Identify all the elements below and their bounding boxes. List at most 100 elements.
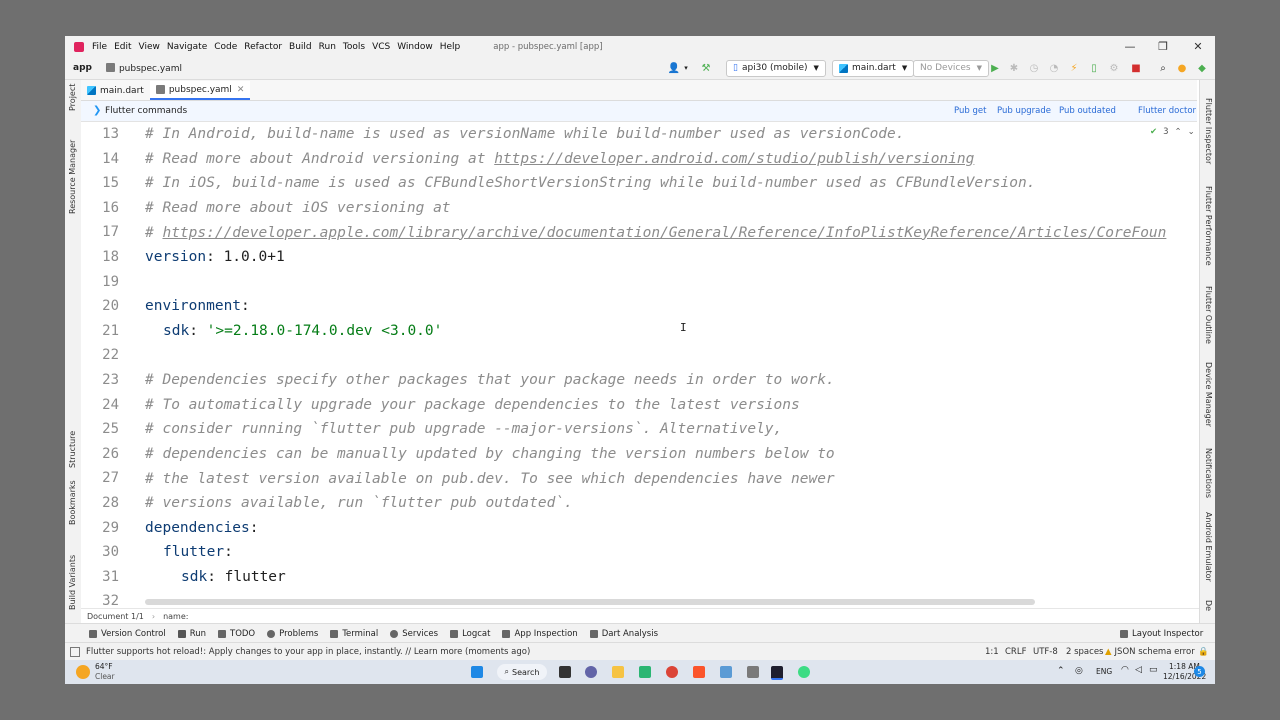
- stop-icon[interactable]: ■: [1131, 63, 1141, 74]
- menu-item-tools[interactable]: Tools: [343, 42, 365, 52]
- breadcrumb-path[interactable]: name:: [163, 612, 188, 621]
- notification-badge[interactable]: 5: [1194, 666, 1205, 677]
- app-inspection-tool-button[interactable]: App Inspection: [502, 629, 578, 639]
- brave-icon[interactable]: [693, 666, 705, 678]
- file-encoding[interactable]: UTF-8: [1033, 643, 1058, 661]
- code-line[interactable]: flutter:: [163, 540, 233, 565]
- wifi-icon[interactable]: ◠: [1121, 665, 1129, 675]
- code-line[interactable]: dependencies:: [145, 516, 259, 541]
- tray-chevron-icon[interactable]: ⌃: [1057, 666, 1065, 676]
- android-icon[interactable]: [798, 666, 810, 678]
- version-control-tool-button[interactable]: Version Control: [89, 629, 166, 639]
- status-toggle-icon[interactable]: [70, 647, 80, 657]
- code-line[interactable]: # Read more about Android versioning at …: [145, 147, 974, 172]
- weather-temp[interactable]: 64°F: [95, 662, 113, 671]
- language-indicator[interactable]: ENG: [1096, 667, 1112, 676]
- tray-app-icon[interactable]: ◎: [1075, 666, 1083, 676]
- search-icon[interactable]: ⌕: [1158, 63, 1168, 74]
- pub-outdated-link[interactable]: Pub outdated: [1059, 106, 1116, 116]
- menu-item-run[interactable]: Run: [319, 42, 336, 52]
- code-line[interactable]: # versions available, run `flutter pub o…: [145, 491, 573, 516]
- attach-debugger-icon[interactable]: ⚙: [1109, 63, 1119, 74]
- teams-icon[interactable]: [585, 666, 597, 678]
- notifications-tool-tab[interactable]: Notifications: [1204, 448, 1213, 498]
- resource-manager-tool-tab[interactable]: Resource Manager: [68, 140, 77, 214]
- app-icon[interactable]: [639, 666, 651, 678]
- pub-get-link[interactable]: Pub get: [954, 106, 986, 116]
- indent-setting[interactable]: 2 spaces: [1066, 643, 1103, 661]
- battery-icon[interactable]: ▭: [1149, 665, 1158, 675]
- code-line[interactable]: # the latest version available on pub.de…: [145, 466, 835, 491]
- maximize-button[interactable]: ❐: [1148, 36, 1178, 57]
- logcat-tool-button[interactable]: Logcat: [450, 629, 490, 639]
- menu-item-refactor[interactable]: Refactor: [244, 42, 282, 52]
- flutter-performance-tool-tab[interactable]: Flutter Performance: [1204, 186, 1213, 266]
- menu-item-build[interactable]: Build: [289, 42, 312, 52]
- taskbar-search[interactable]: ⌕ Search: [497, 664, 547, 680]
- snipping-tool-icon[interactable]: [720, 666, 732, 678]
- task-view-icon[interactable]: [559, 666, 571, 678]
- device-manager-tool-tab[interactable]: Device Manager: [1204, 362, 1213, 427]
- run-icon[interactable]: ▶: [990, 63, 1000, 74]
- menu-item-help[interactable]: Help: [440, 42, 461, 52]
- assistant-icon[interactable]: ◆: [1197, 63, 1207, 74]
- android-studio-taskbar-icon[interactable]: [771, 666, 783, 680]
- android-emulator-tool-tab[interactable]: Android Emulator: [1204, 512, 1213, 582]
- code-line[interactable]: version: 1.0.0+1: [145, 245, 285, 270]
- flutter-doctor-link[interactable]: Flutter doctor: [1138, 106, 1196, 116]
- run-config-select[interactable]: main.dart ▼: [832, 59, 915, 77]
- device-manager-icon[interactable]: ▯: [1089, 63, 1099, 74]
- de-tool-tab[interactable]: De: [1204, 600, 1213, 611]
- todo-tool-button[interactable]: TODO: [218, 629, 255, 639]
- previous-highlight-icon[interactable]: ⌃: [1175, 127, 1182, 137]
- code-line[interactable]: # In iOS, build-name is used as CFBundle…: [145, 171, 1035, 196]
- inspection-widget[interactable]: ✔ 3 ⌃ ⌄: [1150, 127, 1195, 137]
- layout-inspector-tool-button[interactable]: Layout Inspector: [1120, 629, 1203, 639]
- profile-icon[interactable]: ◷: [1029, 63, 1039, 74]
- bookmarks-tool-tab[interactable]: Bookmarks: [68, 480, 77, 525]
- tab-pubspec-yaml[interactable]: pubspec.yaml ✕: [149, 81, 251, 100]
- horizontal-scrollbar[interactable]: [145, 599, 1035, 605]
- close-tab-icon[interactable]: ✕: [237, 85, 245, 95]
- build-variants-tool-tab[interactable]: Build Variants: [68, 555, 77, 610]
- json-schema-status[interactable]: ▲ JSON schema error: [1105, 643, 1195, 661]
- user-icon[interactable]: 👤: [668, 63, 680, 74]
- code-line[interactable]: environment:: [145, 294, 250, 319]
- terminal-tool-button[interactable]: Terminal: [330, 629, 378, 639]
- code-line[interactable]: # Dependencies specify other packages th…: [145, 368, 835, 393]
- code-line[interactable]: # https://developer.apple.com/library/ar…: [145, 220, 1166, 245]
- code-editor[interactable]: 13 # In Android, build-name is used as ve…: [81, 122, 1199, 636]
- tab-main-dart[interactable]: main.dart: [81, 81, 150, 100]
- hot-reload-icon[interactable]: ⚡: [1069, 63, 1079, 74]
- debug-icon[interactable]: ✱: [1009, 63, 1019, 74]
- settings-icon[interactable]: [747, 666, 759, 678]
- project-tool-tab[interactable]: Project: [68, 84, 77, 111]
- menu-item-vcs[interactable]: VCS: [372, 42, 390, 52]
- close-window-button[interactable]: ✕: [1183, 36, 1213, 57]
- device-select[interactable]: No Devices ▼: [913, 59, 989, 77]
- pub-upgrade-link[interactable]: Pub upgrade: [997, 106, 1051, 116]
- file-explorer-icon[interactable]: [612, 666, 624, 678]
- menu-item-file[interactable]: File: [92, 42, 107, 52]
- menu-item-navigate[interactable]: Navigate: [167, 42, 207, 52]
- caret-position[interactable]: 1:1: [985, 643, 999, 661]
- chrome-icon[interactable]: [666, 666, 678, 678]
- menu-item-view[interactable]: View: [139, 42, 160, 52]
- menu-item-edit[interactable]: Edit: [114, 42, 131, 52]
- breadcrumb-project[interactable]: app: [73, 63, 92, 73]
- document-indicator[interactable]: Document 1/1: [87, 612, 144, 621]
- code-line[interactable]: # In Android, build-name is used as vers…: [145, 122, 905, 147]
- start-icon[interactable]: [471, 666, 483, 678]
- coverage-icon[interactable]: ◔: [1049, 63, 1059, 74]
- dart-analysis-tool-button[interactable]: Dart Analysis: [589, 629, 658, 639]
- code-link[interactable]: https://developer.apple.com/library/arch…: [162, 225, 1166, 241]
- status-message[interactable]: Flutter supports hot reload!: Apply chan…: [86, 647, 530, 657]
- lock-icon[interactable]: 🔒: [1198, 643, 1209, 661]
- updates-icon[interactable]: ●: [1177, 63, 1187, 74]
- build-hammer-icon[interactable]: ⚒: [701, 63, 711, 74]
- line-separator[interactable]: CRLF: [1005, 643, 1026, 661]
- problems-tool-button[interactable]: Problems: [267, 629, 318, 639]
- menu-item-window[interactable]: Window: [397, 42, 433, 52]
- next-highlight-icon[interactable]: ⌄: [1188, 127, 1195, 137]
- weather-condition[interactable]: Clear: [95, 672, 115, 681]
